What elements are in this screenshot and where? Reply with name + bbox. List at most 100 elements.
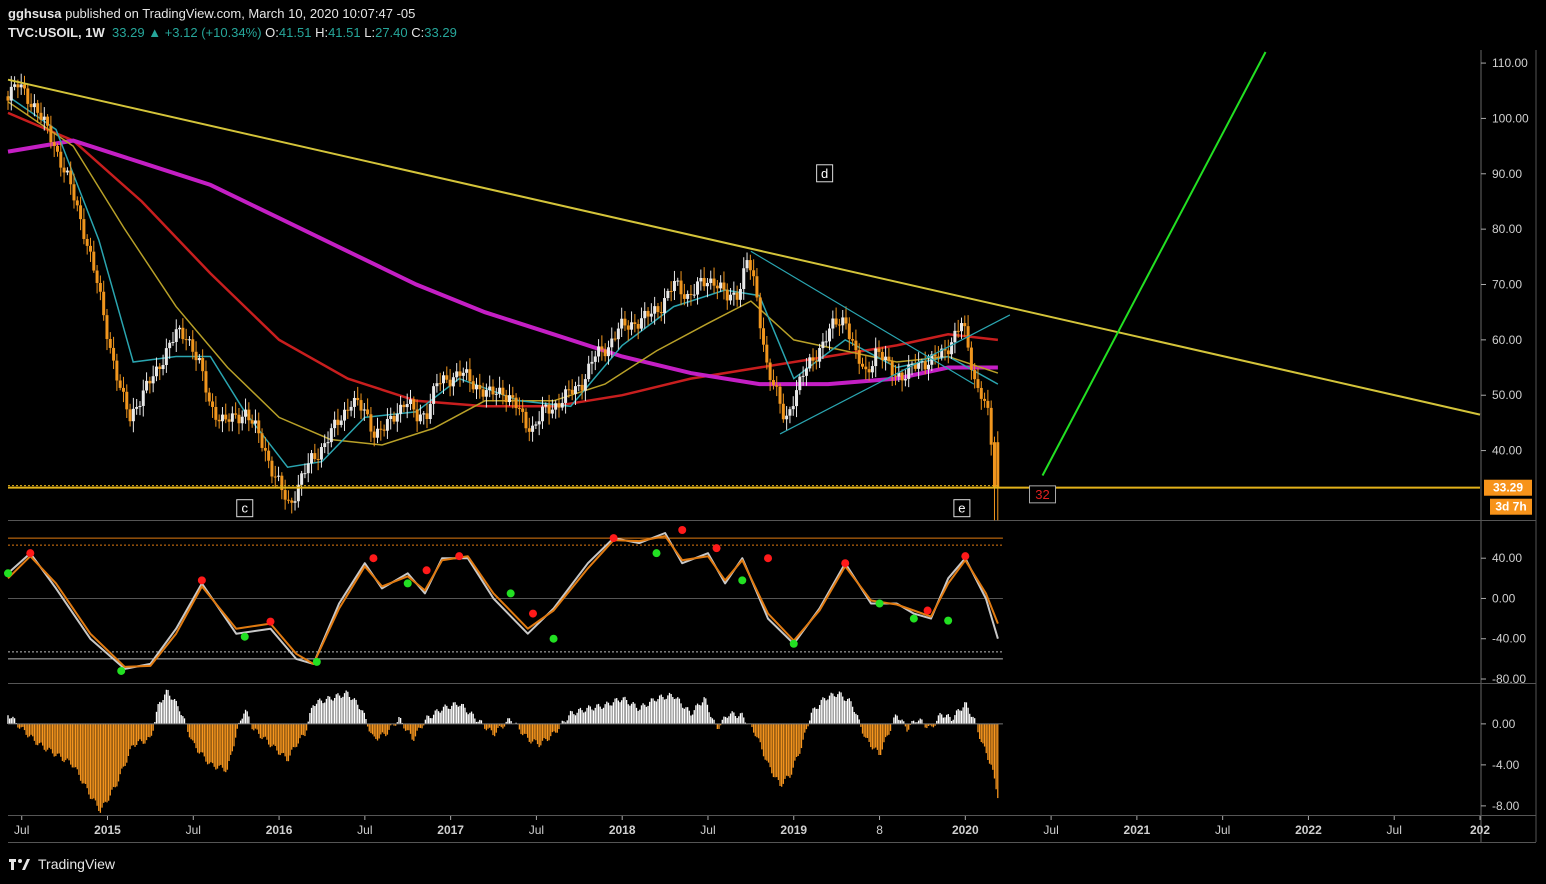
candle-body — [458, 371, 462, 376]
candle-body — [184, 339, 188, 341]
candle-body — [788, 409, 792, 416]
candle-body — [923, 361, 927, 370]
candle-body — [722, 282, 726, 290]
candle-body — [151, 376, 155, 384]
candle-body — [415, 409, 419, 422]
candle-body — [108, 339, 112, 348]
candle-body — [178, 327, 182, 330]
candle-body — [379, 428, 383, 430]
signal-dot — [117, 666, 126, 675]
signal-dot — [266, 617, 275, 626]
signal-dot — [369, 554, 378, 563]
candle-body — [959, 323, 963, 332]
candle-body — [181, 327, 185, 340]
chart-canvas[interactable]: 110.00100.0090.0080.0070.0060.0050.0040.… — [0, 0, 1546, 884]
candle-body — [801, 375, 805, 377]
candle-body — [597, 346, 601, 357]
candle-body — [656, 306, 660, 313]
time-axis-label: Jul — [357, 823, 372, 837]
osc-axis-label: -80.00 — [1492, 672, 1526, 686]
candle-body — [778, 386, 782, 404]
candle-body — [828, 328, 832, 342]
signal-dot — [528, 609, 537, 618]
candle-body — [798, 376, 802, 391]
candle-body — [672, 280, 676, 292]
candle-body — [409, 399, 413, 405]
candle-body — [663, 298, 667, 314]
time-axis-label: 2015 — [94, 823, 121, 837]
projection-line[interactable] — [1041, 51, 1267, 476]
candle-body — [19, 84, 23, 88]
candle-body — [517, 408, 521, 410]
candle-body — [729, 294, 733, 301]
time-axis-label: 2016 — [266, 823, 293, 837]
candle-body — [197, 358, 201, 361]
signal-dot — [609, 534, 618, 543]
candle-body — [329, 428, 333, 443]
candle-body — [514, 397, 518, 409]
candle-body — [451, 377, 455, 387]
osc-axis-label: 0.00 — [1492, 591, 1516, 605]
candle-body — [814, 360, 818, 362]
candle-body — [620, 318, 624, 329]
candle-body — [224, 414, 228, 420]
price-axis-label: 60.00 — [1492, 333, 1522, 347]
candle-body — [653, 306, 657, 314]
candle-body — [742, 268, 746, 289]
time-axis-label: Jul — [1043, 823, 1058, 837]
candle-body — [537, 421, 541, 425]
candle-body — [610, 338, 614, 348]
candle-body — [544, 404, 548, 407]
tradingview-brand[interactable]: TradingView — [38, 856, 115, 872]
candle-body — [187, 339, 191, 341]
candle-body — [253, 420, 257, 424]
signal-dot — [909, 614, 918, 623]
candle-body — [725, 289, 729, 301]
candle-body — [267, 450, 271, 461]
candle-body — [992, 442, 996, 488]
candle-body — [69, 170, 73, 185]
candle-body — [214, 406, 218, 420]
candle-body — [310, 453, 314, 464]
candle-body — [270, 460, 274, 477]
candle-body — [121, 387, 125, 392]
price-axis-label: 80.00 — [1492, 222, 1522, 236]
time-axis-label: 2022 — [1295, 823, 1322, 837]
moving-average-line — [7, 95, 999, 469]
price-axis-label: 40.00 — [1492, 444, 1522, 458]
candle-body — [583, 379, 587, 391]
signal-dot — [422, 566, 431, 575]
candle-body — [732, 292, 736, 295]
trendline[interactable] — [7, 78, 1481, 416]
signal-dot — [712, 544, 721, 553]
signal-dot — [4, 569, 12, 578]
candle-body — [204, 371, 208, 393]
oscillator-line — [7, 532, 999, 670]
candle-body — [692, 294, 696, 296]
signal-dot — [764, 554, 773, 563]
time-axis-label: 202 — [1470, 823, 1490, 837]
candle-body — [22, 84, 26, 89]
candle-body — [745, 260, 749, 269]
candle-body — [636, 324, 640, 329]
footer: TradingView — [8, 853, 115, 875]
candle-body — [540, 406, 544, 422]
candle-body — [791, 406, 795, 410]
candle-body — [484, 390, 488, 397]
candle-body — [976, 379, 980, 388]
candle-body — [9, 86, 13, 101]
candle-body — [712, 278, 716, 286]
candle-body — [13, 84, 17, 87]
candle-body — [211, 401, 215, 407]
candle-body — [382, 429, 386, 431]
candle-body — [402, 404, 406, 408]
candle-body — [630, 322, 634, 330]
candle-body — [389, 416, 393, 419]
candle-body — [303, 473, 307, 475]
candle-body — [768, 362, 772, 380]
candle-body — [250, 420, 254, 424]
hist-axis-label: -8.00 — [1492, 799, 1520, 813]
candle-body — [501, 387, 505, 396]
candle-body — [946, 350, 950, 355]
candle-body — [570, 389, 574, 394]
